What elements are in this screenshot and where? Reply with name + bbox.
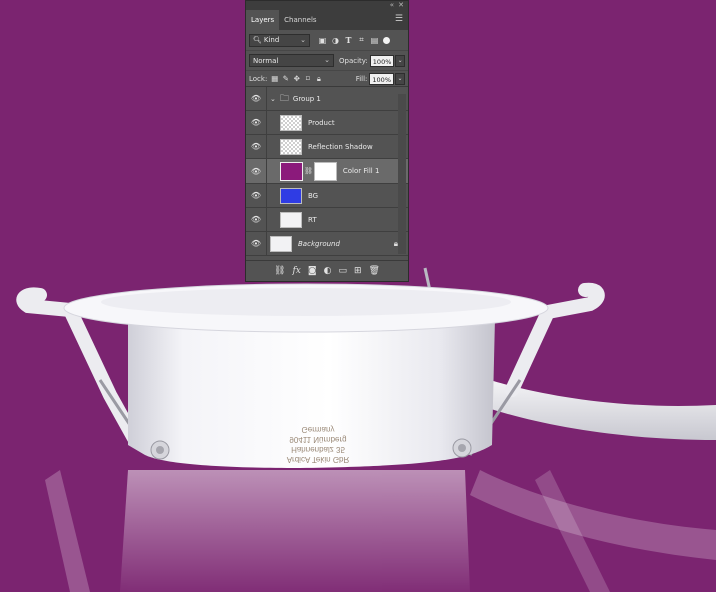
new-layer-icon[interactable]: ⊞ <box>354 266 362 276</box>
layer-thumbnail <box>280 138 302 155</box>
filter-toggle[interactable] <box>383 36 390 44</box>
layers-scrollbar[interactable] <box>398 94 406 254</box>
tab-layers[interactable]: Layers <box>246 10 280 30</box>
label-line-2: Hahnenbalz 35 <box>291 445 345 454</box>
label-line-3: 90411 Nürnberg <box>289 435 346 444</box>
shape-filter-icon[interactable]: ⌗ <box>355 35 368 45</box>
new-group-icon[interactable]: ▭ <box>338 266 347 276</box>
layer-thumbnail <box>270 235 292 252</box>
lock-artboard-icon[interactable]: ⌑ <box>302 74 313 83</box>
panel-footer: ⛓︎ fx ◙ ◐ ▭ ⊞ 🗑︎ <box>246 260 408 281</box>
kind-filter-label: Kind <box>263 36 280 44</box>
add-mask-icon[interactable]: ◙ <box>308 266 317 276</box>
product-reflection <box>45 470 716 592</box>
adjustment-filter-icon[interactable]: ◑ <box>329 36 342 45</box>
chevron-down-icon: ⌄ <box>300 35 306 44</box>
kind-filter-select[interactable]: 🔍︎ Kind ⌄ <box>249 33 310 47</box>
panel-titlebar: « ✕ <box>246 1 408 10</box>
folder-icon: 🗀 <box>279 93 289 104</box>
image-filter-icon[interactable]: ▣ <box>316 36 329 45</box>
tab-channels[interactable]: Channels <box>279 10 321 30</box>
trash-icon[interactable]: 🗑︎ <box>369 266 380 276</box>
panel-tabs: Layers Channels ☰ <box>246 10 408 30</box>
screw-right <box>452 438 472 458</box>
lock-row: Lock: ▦ ✎ ✥ ⌑ 🔒︎ Fill: 100% ⌄ <box>246 70 408 87</box>
visibility-eye-icon[interactable]: 👁︎ <box>246 159 267 183</box>
mask-link-icon[interactable]: ⛓︎ <box>304 167 313 175</box>
blend-mode-value: Normal <box>253 56 279 65</box>
fill-label: Fill: <box>355 74 368 83</box>
lock-all-icon[interactable]: 🔒︎ <box>313 74 324 84</box>
layer-name: RT <box>308 215 317 224</box>
lock-move-icon[interactable]: ✥ <box>291 74 302 83</box>
layer-color-fill-1[interactable]: 👁︎ ⛓︎ Color Fill 1 <box>246 159 408 184</box>
layer-name: Product <box>308 118 335 127</box>
layer-bg[interactable]: 👁︎ BG <box>246 184 408 208</box>
layer-name: Color Fill 1 <box>342 167 380 175</box>
layer-thumbnail <box>280 211 302 228</box>
layer-reflection-shadow[interactable]: 👁︎ Reflection Shadow <box>246 135 408 159</box>
new-adjustment-icon[interactable]: ◐ <box>324 266 332 276</box>
visibility-eye-icon[interactable]: 👁︎ <box>246 135 267 158</box>
power-cable <box>488 380 716 440</box>
chevron-down-icon[interactable]: ⌄ <box>270 95 276 103</box>
lock-label: Lock: <box>249 74 268 83</box>
label-line-4: Germany <box>302 425 335 434</box>
hamburger-icon[interactable]: ☰ <box>395 15 403 24</box>
search-icon: 🔍︎ <box>253 36 262 44</box>
layer-thumbnail <box>280 187 302 204</box>
label-line-1: ArdicA Tekin GbR <box>287 455 350 464</box>
chevron-down-icon: ⌄ <box>324 56 331 64</box>
blend-row: Normal ⌄ Opacity: 100% ⌄ <box>246 50 408 70</box>
layer-mask-thumbnail <box>313 161 337 181</box>
smart-object-filter-icon[interactable]: ▤ <box>368 36 381 45</box>
layer-name: Reflection Shadow <box>308 142 373 151</box>
fill-input[interactable]: 100% <box>369 72 394 85</box>
layer-name: Background <box>298 239 340 248</box>
visibility-eye-icon[interactable]: 👁︎ <box>246 208 267 231</box>
color-fill-thumbnail <box>280 161 303 181</box>
layer-thumbnail <box>280 114 302 131</box>
fill-dropdown[interactable]: ⌄ <box>395 72 405 85</box>
layer-background[interactable]: 👁︎ Background 🔒︎ <box>246 232 408 256</box>
link-layers-icon[interactable]: ⛓︎ <box>274 266 285 276</box>
close-icon[interactable]: ✕ <box>398 1 404 10</box>
screw-left <box>150 440 170 460</box>
filter-row: 🔍︎ Kind ⌄ ▣ ◑ T ⌗ ▤ <box>246 30 408 50</box>
layers-list: 👁︎ ⌄ 🗀 Group 1 👁︎ Product 👁︎ Reflection … <box>246 87 408 256</box>
layer-group-1[interactable]: 👁︎ ⌄ 🗀 Group 1 <box>246 87 408 111</box>
layer-name: BG <box>308 191 319 200</box>
type-filter-icon[interactable]: T <box>342 35 355 45</box>
layer-name: Group 1 <box>292 94 321 103</box>
layer-rt[interactable]: 👁︎ RT <box>246 208 408 232</box>
visibility-eye-icon[interactable]: 👁︎ <box>246 232 267 255</box>
opacity-input[interactable]: 100% <box>369 54 395 67</box>
visibility-eye-icon[interactable]: 👁︎ <box>246 111 267 134</box>
lock-transparent-icon[interactable]: ▦ <box>269 74 280 83</box>
layers-panel: « ✕ Layers Channels ☰ 🔍︎ Kind ⌄ ▣ ◑ T ⌗ … <box>245 0 409 282</box>
visibility-eye-icon[interactable]: 👁︎ <box>246 87 267 110</box>
opacity-dropdown[interactable]: ⌄ <box>395 54 405 67</box>
collapse-icon[interactable]: « <box>390 1 394 10</box>
layer-product[interactable]: 👁︎ Product <box>246 111 408 135</box>
opacity-label: Opacity: <box>339 56 368 65</box>
fx-icon[interactable]: fx <box>292 266 300 276</box>
blend-mode-select[interactable]: Normal ⌄ <box>249 54 335 67</box>
lock-brush-icon[interactable]: ✎ <box>280 74 291 83</box>
visibility-eye-icon[interactable]: 👁︎ <box>246 184 267 207</box>
